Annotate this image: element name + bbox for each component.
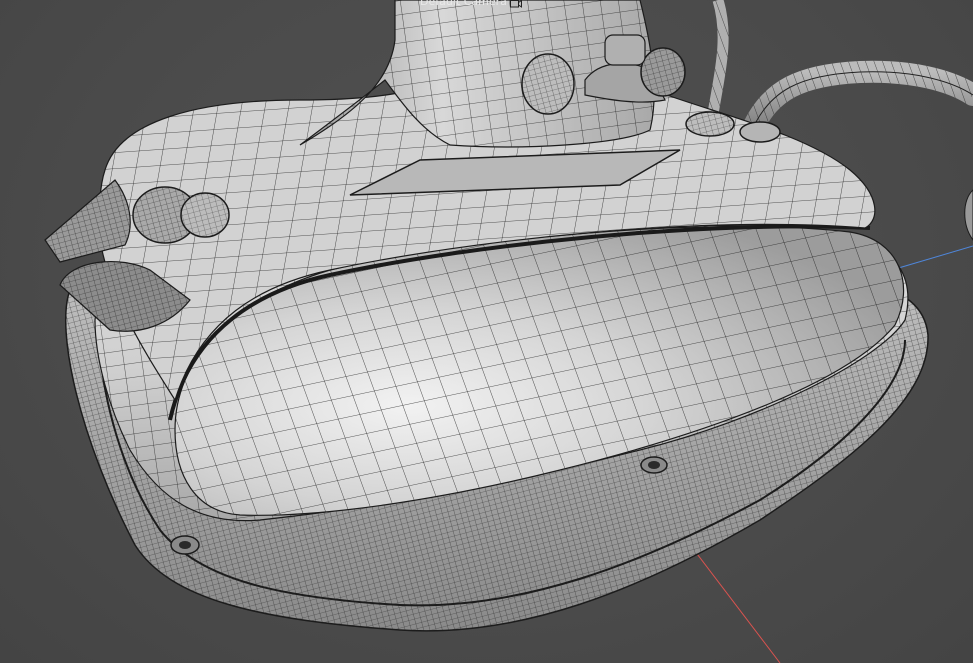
stem-boss bbox=[521, 53, 575, 115]
knob-far-right bbox=[964, 189, 973, 241]
camera-name: Default Camera bbox=[420, 0, 507, 8]
camera-icon[interactable] bbox=[509, 0, 522, 8]
cable-right bbox=[741, 60, 973, 141]
scene-canvas[interactable] bbox=[0, 0, 973, 663]
cable-thin bbox=[706, 0, 729, 121]
screw-hole-front bbox=[640, 456, 668, 474]
3d-viewport[interactable]: Default Camera bbox=[0, 0, 973, 663]
screw-hole-left bbox=[170, 535, 200, 555]
camera-selector[interactable]: Default Camera bbox=[420, 0, 522, 9]
